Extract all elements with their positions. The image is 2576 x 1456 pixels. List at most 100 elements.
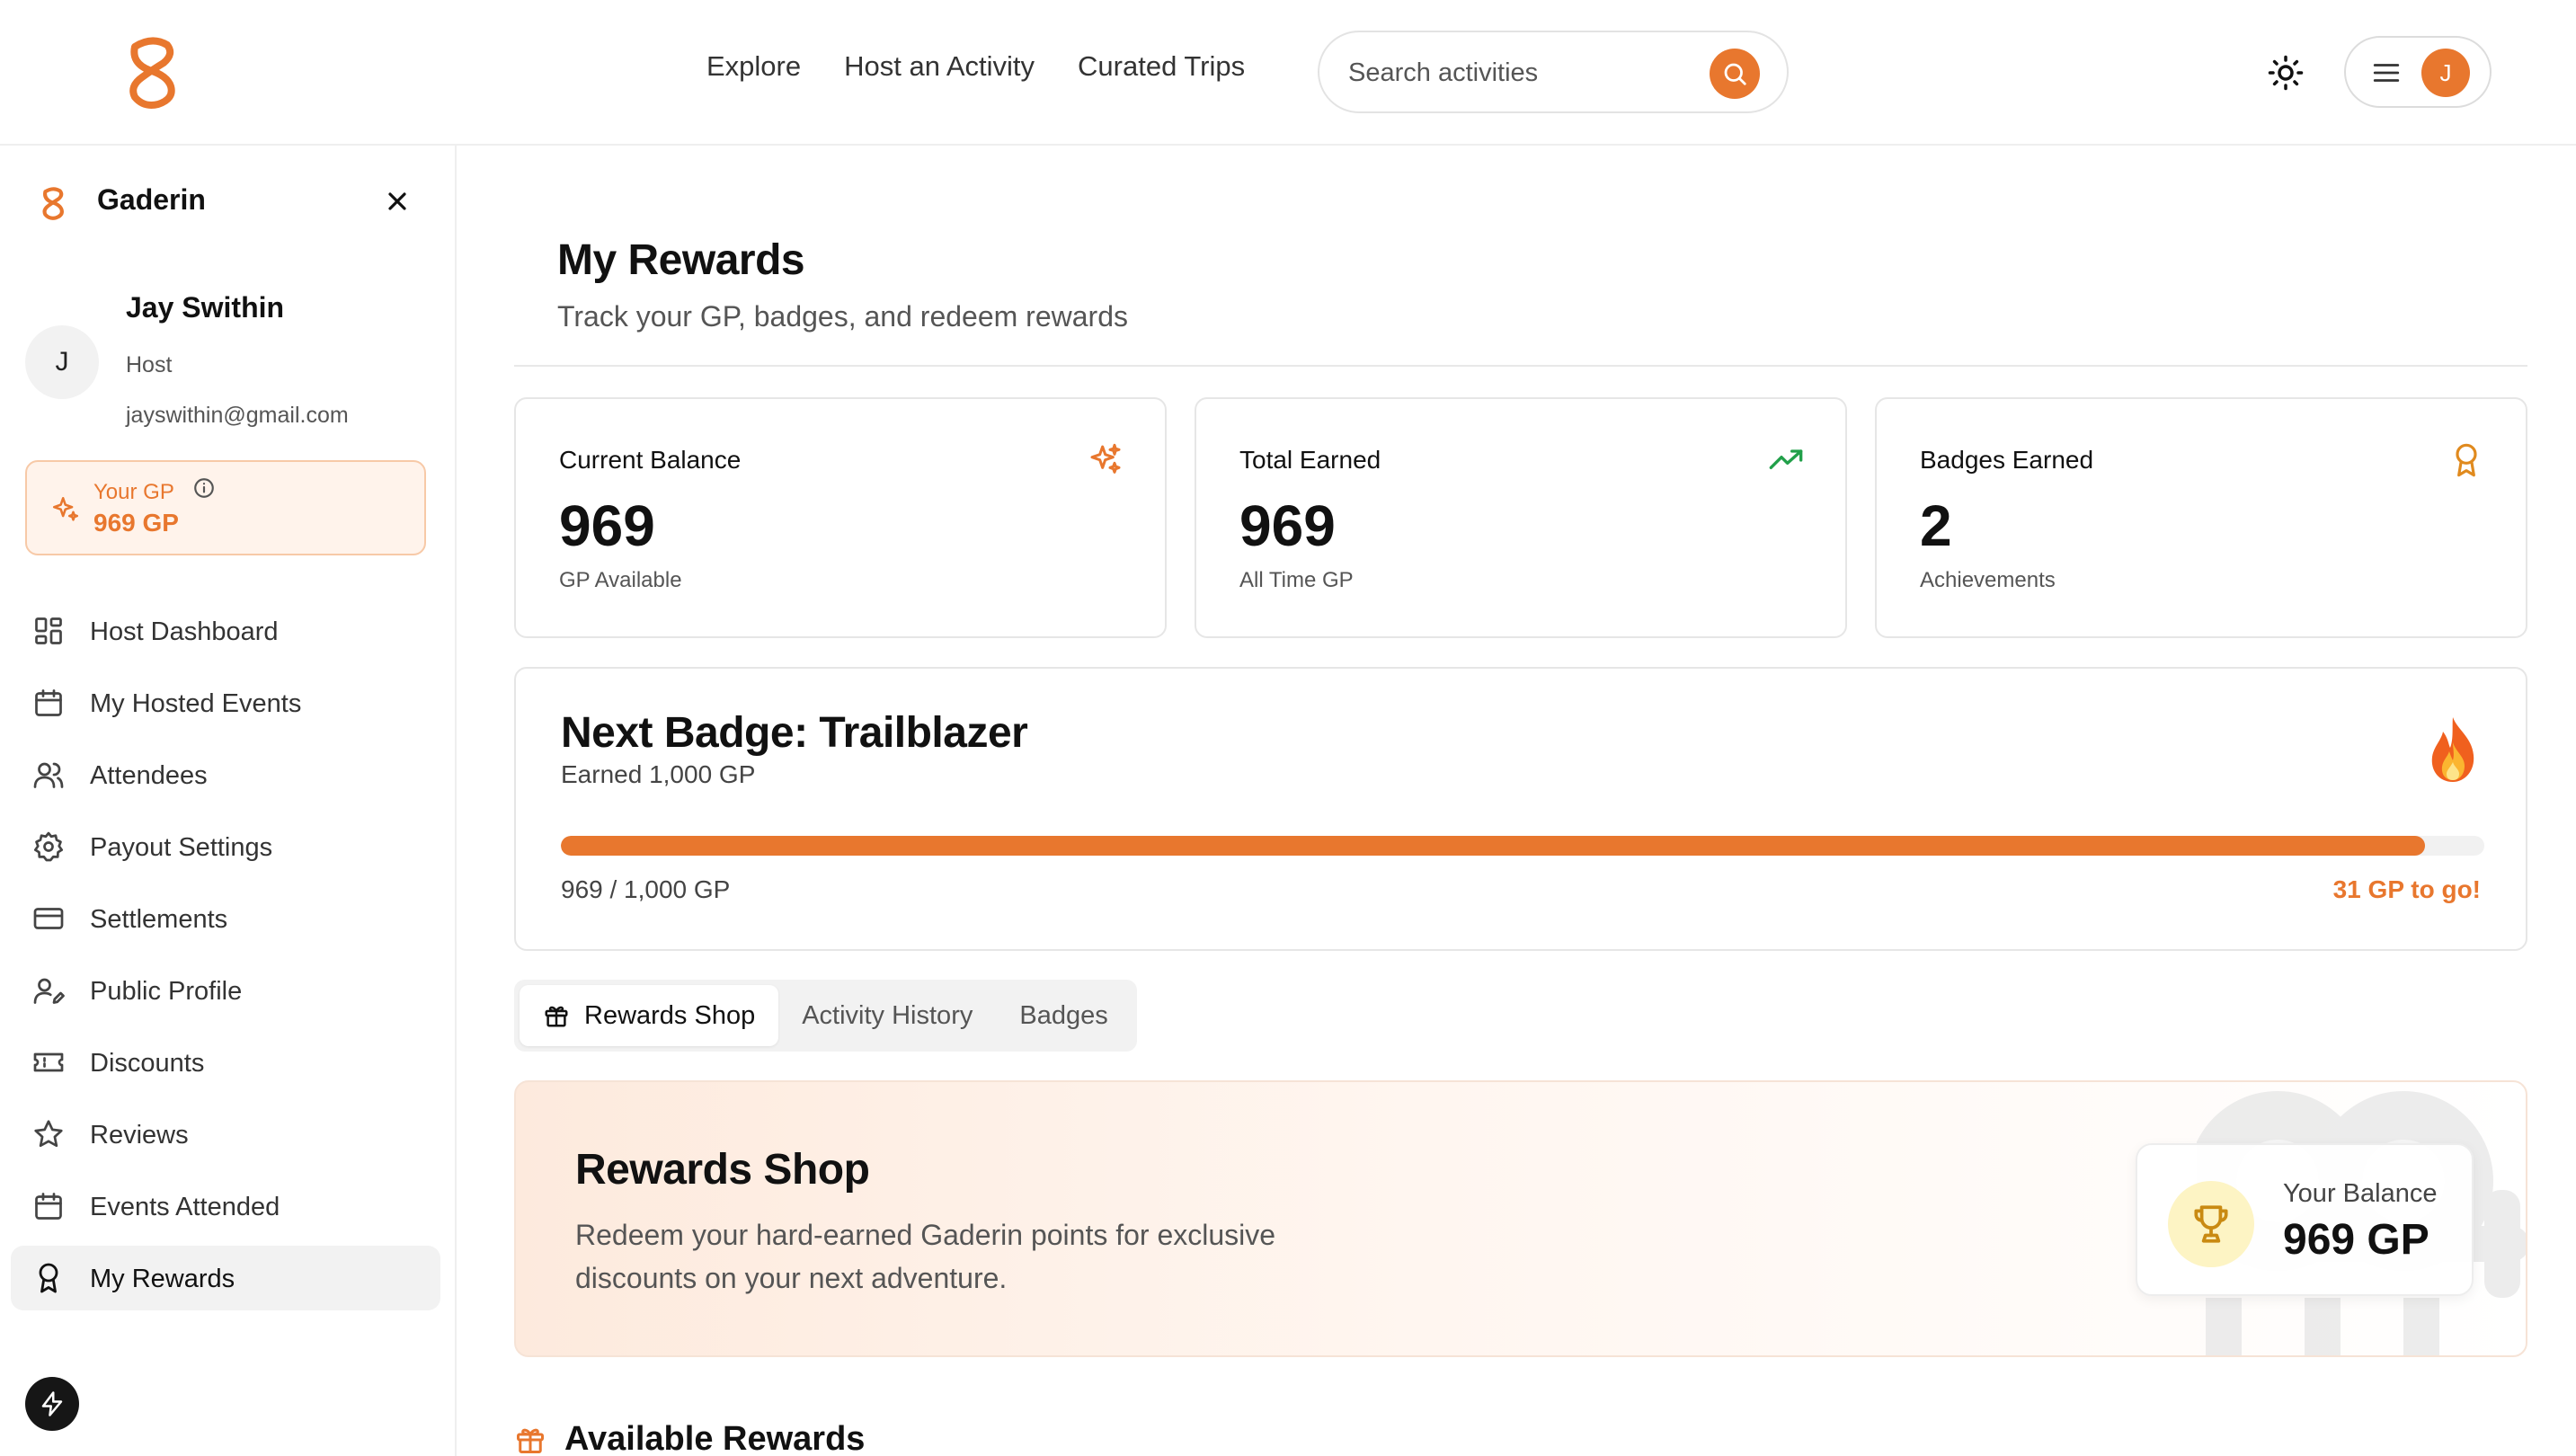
available-rewards-heading: Available Rewards: [564, 1420, 866, 1456]
user-menu-button[interactable]: J: [2344, 36, 2492, 108]
stat-value: 969: [559, 493, 655, 558]
ticket-icon: [33, 1052, 64, 1072]
next-badge-title: Next Badge: Trailblazer: [561, 709, 1028, 757]
tab-activity-history[interactable]: Activity History: [778, 985, 996, 1046]
stat-card-current-balance: Current Balance 969 GP Available: [514, 397, 1167, 638]
sidebar-item-label: My Rewards: [90, 1265, 235, 1293]
sidebar-item-label: Settlements: [90, 905, 228, 934]
stat-label: Badges Earned: [1920, 446, 2094, 474]
balance-value: 969 GP: [2283, 1216, 2429, 1264]
sidebar-nav: Host Dashboard My Hosted Events Attendee…: [11, 599, 440, 1318]
theme-toggle-button[interactable]: [2267, 54, 2305, 92]
badge-progress-remaining: 31 GP to go!: [2332, 875, 2481, 903]
nav-curated-trips[interactable]: Curated Trips: [1078, 50, 1245, 83]
gp-value: 969 GP: [93, 509, 179, 537]
trending-up-icon: [1769, 449, 1803, 469]
stat-label: Current Balance: [559, 446, 742, 474]
sidebar-item-label: My Hosted Events: [90, 689, 302, 718]
top-navbar: Explore Host an Activity Curated Trips J: [0, 0, 2576, 146]
trophy-icon: [2194, 1205, 2228, 1243]
page-title: My Rewards: [557, 236, 805, 284]
credit-card-icon: [33, 908, 64, 929]
stat-value: 969: [1239, 493, 1336, 558]
sidebar-item-label: Host Dashboard: [90, 617, 279, 646]
tab-rewards-shop[interactable]: Rewards Shop: [520, 985, 779, 1046]
sidebar-item-label: Events Attended: [90, 1193, 280, 1221]
lightning-icon: [41, 1391, 63, 1416]
stat-sub: All Time GP: [1239, 568, 1354, 592]
calendar-icon: [35, 1193, 62, 1220]
sparkles-icon: [1090, 443, 1121, 474]
sidebar-item-discounts[interactable]: Discounts: [11, 1030, 440, 1095]
rewards-shop-title: Rewards Shop: [575, 1146, 870, 1194]
sidebar-item-attendees[interactable]: Attendees: [11, 742, 440, 807]
next-badge-subtitle: Earned 1,000 GP: [561, 760, 756, 788]
sidebar-item-payout-settings[interactable]: Payout Settings: [11, 814, 440, 879]
gp-label: Your GP: [93, 480, 174, 504]
calendar-icon: [35, 689, 62, 716]
sidebar-item-label: Public Profile: [90, 977, 243, 1006]
stat-sub: Achievements: [1920, 568, 2056, 592]
info-icon[interactable]: [192, 476, 216, 500]
sidebar-item-my-hosted-events[interactable]: My Hosted Events: [11, 670, 440, 735]
flame-icon: [2431, 717, 2474, 782]
rewards-shop-banner: Rewards Shop Redeem your hard-earned Gad…: [514, 1080, 2527, 1357]
sidebar-item-reviews[interactable]: Reviews: [11, 1102, 440, 1167]
sidebar-logo: [40, 185, 67, 221]
tab-label: Badges: [1019, 1000, 1108, 1030]
sidebar-brand: Gaderin: [97, 183, 206, 216]
tab-badges[interactable]: Badges: [996, 985, 1131, 1046]
nav-host-activity[interactable]: Host an Activity: [844, 50, 1035, 83]
stat-value: 2: [1920, 493, 1952, 558]
trophy-badge: [2168, 1181, 2254, 1267]
star-icon: [34, 1120, 63, 1148]
balance-label: Your Balance: [2283, 1179, 2438, 1208]
profile-name: Jay Swithin: [126, 291, 285, 324]
profile-email: jayswithin@gmail.com: [126, 403, 349, 428]
search-bar: [1318, 31, 1789, 113]
sparkles-icon: [52, 496, 79, 521]
badge-progress-fill: [561, 836, 2425, 856]
sidebar: Gaderin J Jay Swithin Host jayswithin@gm…: [0, 146, 457, 1456]
search-icon: [1724, 63, 1746, 85]
users-icon: [33, 762, 64, 788]
sidebar-item-label: Payout Settings: [90, 833, 273, 862]
menu-icon: [2373, 64, 2400, 82]
next-badge-card: Next Badge: Trailblazer Earned 1,000 GP …: [514, 667, 2527, 951]
close-sidebar-button[interactable]: [383, 187, 412, 216]
award-icon: [2456, 443, 2477, 477]
user-avatar: J: [2421, 49, 2470, 97]
user-edit-icon: [33, 978, 65, 1004]
stat-label: Total Earned: [1239, 446, 1381, 474]
dashboard-icon: [35, 617, 62, 644]
quick-action-button[interactable]: [25, 1377, 79, 1431]
sidebar-item-host-dashboard[interactable]: Host Dashboard: [11, 599, 440, 663]
profile-role: Host: [126, 352, 173, 377]
sidebar-item-public-profile[interactable]: Public Profile: [11, 958, 440, 1023]
gp-summary: Your GP 969 GP: [25, 460, 426, 555]
gift-icon: [545, 1006, 568, 1027]
stat-card-badges-earned: Badges Earned 2 Achievements: [1875, 397, 2527, 638]
gaderin-logo[interactable]: [122, 34, 182, 110]
badge-progress-text: 969 / 1,000 GP: [561, 875, 731, 903]
sidebar-item-settlements[interactable]: Settlements: [11, 886, 440, 951]
gift-icon: [517, 1428, 544, 1453]
balance-card: Your Balance 969 GP: [2136, 1143, 2474, 1296]
divider: [514, 365, 2527, 367]
award-icon: [39, 1263, 58, 1293]
sidebar-item-events-attended[interactable]: Events Attended: [11, 1174, 440, 1238]
search-input[interactable]: [1348, 52, 1690, 93]
nav-explore[interactable]: Explore: [706, 50, 801, 83]
tab-label: Activity History: [802, 1000, 973, 1030]
close-icon: [388, 192, 406, 210]
rewards-tabs: Rewards Shop Activity History Badges: [514, 980, 1137, 1052]
gear-icon: [33, 831, 64, 862]
search-button[interactable]: [1710, 49, 1760, 99]
stat-sub: GP Available: [559, 568, 682, 592]
rewards-shop-description: Redeem your hard-earned Gaderin points f…: [575, 1219, 1276, 1294]
sidebar-item-my-rewards[interactable]: My Rewards: [11, 1246, 440, 1310]
stat-card-total-earned: Total Earned 969 All Time GP: [1195, 397, 1847, 638]
badge-progress-bar: [561, 836, 2484, 856]
tab-label: Rewards Shop: [584, 1000, 756, 1030]
main-nav: Explore Host an Activity Curated Trips: [706, 50, 1245, 83]
